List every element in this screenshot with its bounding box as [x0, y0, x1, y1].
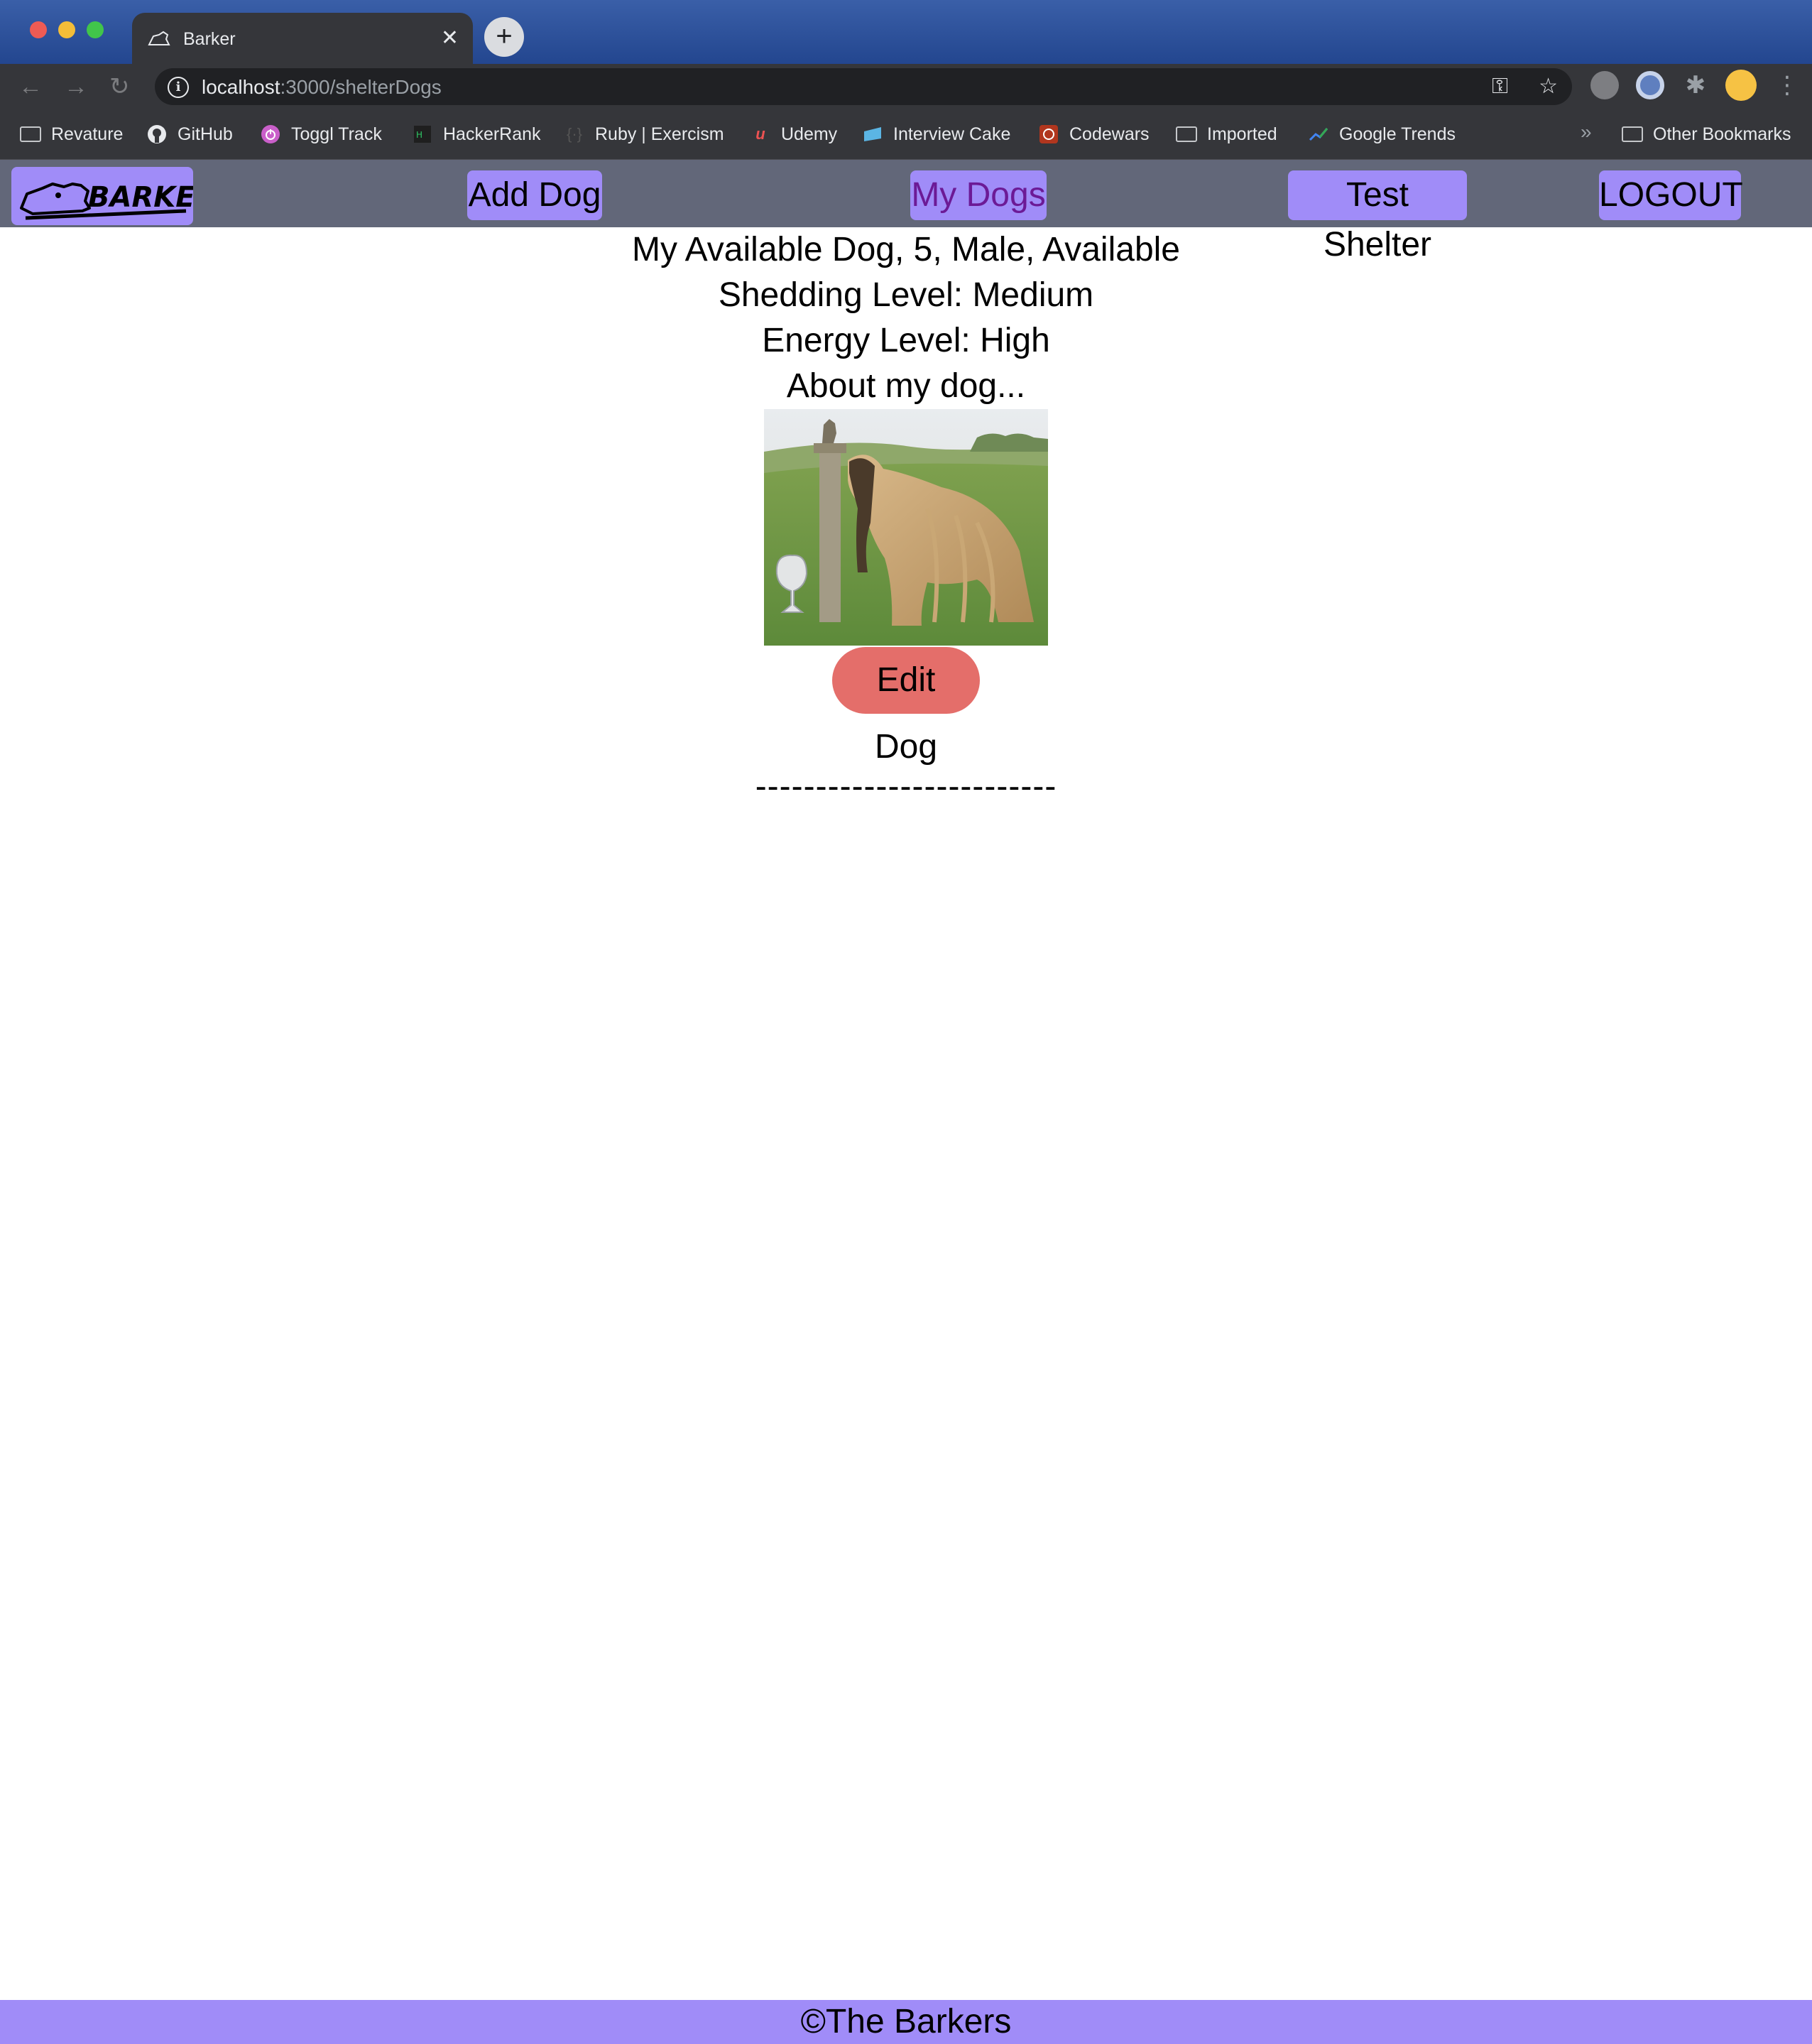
bookmark-imported[interactable]: Imported — [1176, 122, 1277, 146]
codewars-icon — [1038, 124, 1059, 144]
tab-title: Barker — [183, 29, 236, 49]
footer: ©The Barkers — [0, 2000, 1812, 2044]
browser-title-bar: Barker ✕ + — [0, 0, 1812, 64]
bookmark-codewars[interactable]: Codewars — [1038, 122, 1150, 146]
nav-test-shelter[interactable]: Test Shelter — [1288, 170, 1467, 263]
bookmarks-bar: Revature GitHub Toggl Track H HackerRank… — [0, 109, 1812, 160]
bookmark-exercism[interactable]: {·} Ruby | Exercism — [564, 122, 724, 146]
forward-arrow-icon[interactable]: → — [64, 71, 88, 102]
folder-icon — [1176, 124, 1197, 144]
bookmark-udemy[interactable]: u Udemy — [750, 122, 837, 146]
svg-text:H: H — [416, 130, 422, 140]
dog-divider: ------------------------- — [755, 768, 1057, 805]
extension-power-icon[interactable] — [1590, 71, 1619, 99]
maximize-window-button[interactable] — [87, 21, 104, 38]
browser-toolbar: ← → ↻ i localhost:3000/shelterDogs ⚿ ☆ — [0, 64, 1812, 109]
bookmark-toggl[interactable]: Toggl Track — [260, 122, 382, 146]
github-icon — [146, 124, 168, 144]
barker-logo[interactable]: BARKER — [11, 167, 217, 225]
interview-cake-icon — [862, 124, 883, 144]
back-arrow-icon[interactable]: ← — [18, 71, 43, 102]
extension-ring-icon[interactable] — [1636, 71, 1664, 99]
toggl-icon — [260, 124, 281, 144]
udemy-icon: u — [755, 125, 765, 143]
new-tab-button[interactable]: + — [484, 17, 524, 57]
exercism-icon: {·} — [566, 125, 583, 143]
bookmark-interview-cake[interactable]: Interview Cake — [862, 122, 1010, 146]
close-window-button[interactable] — [30, 21, 47, 38]
dog-photo — [764, 409, 1048, 646]
nav-my-dogs[interactable]: My Dogs — [910, 170, 1047, 220]
close-tab-icon[interactable]: ✕ — [441, 26, 459, 51]
svg-text:BARKER: BARKER — [88, 181, 193, 214]
bookmarks-overflow-icon[interactable]: » — [1581, 121, 1592, 143]
edit-dog-button[interactable]: Edit Dog — [832, 647, 980, 766]
profile-avatar[interactable] — [1725, 70, 1757, 101]
bookmark-google-trends[interactable]: Google Trends — [1308, 122, 1456, 146]
url-text[interactable]: localhost:3000/shelterDogs — [202, 75, 442, 100]
minimize-window-button[interactable] — [58, 21, 75, 38]
folder-icon — [1622, 124, 1643, 144]
browser-tab[interactable]: Barker ✕ — [132, 13, 473, 64]
dog-shedding-level: Shedding Level: Medium — [718, 276, 1094, 314]
dog-favicon-icon — [148, 28, 172, 50]
folder-icon — [20, 124, 41, 144]
bookmark-other[interactable]: Other Bookmarks — [1622, 122, 1791, 146]
barker-logo-icon: BARKER — [20, 181, 217, 220]
nav-add-dog[interactable]: Add Dog — [467, 170, 602, 220]
address-bar[interactable]: i localhost:3000/shelterDogs ⚿ ☆ — [155, 68, 1572, 105]
key-icon[interactable]: ⚿ — [1492, 74, 1508, 99]
extensions-puzzle-icon[interactable]: ✱ — [1681, 71, 1710, 99]
bookmark-hackerrank[interactable]: H HackerRank — [412, 122, 541, 146]
hackerrank-icon: H — [412, 124, 433, 144]
bookmark-star-icon[interactable]: ☆ — [1539, 74, 1558, 99]
dog-card: My Available Dog, 5, Male, Available She… — [0, 227, 1812, 810]
google-trends-icon — [1308, 124, 1329, 144]
bookmark-github[interactable]: GitHub — [146, 122, 233, 146]
reload-icon[interactable]: ↻ — [109, 71, 130, 102]
app-navbar: BARKER Add Dog My Dogs Test Shelter LOGO… — [0, 160, 1812, 263]
site-info-icon[interactable]: i — [168, 77, 189, 98]
dog-energy-level: Energy Level: High — [762, 322, 1050, 359]
browser-menu-icon[interactable]: ⋮ — [1775, 70, 1799, 101]
bookmark-revature[interactable]: Revature — [20, 122, 123, 146]
dog-summary: My Available Dog, 5, Male, Available — [631, 231, 1180, 268]
dog-about: About my dog... — [786, 367, 1026, 405]
nav-logout[interactable]: LOGOUT — [1599, 170, 1743, 220]
